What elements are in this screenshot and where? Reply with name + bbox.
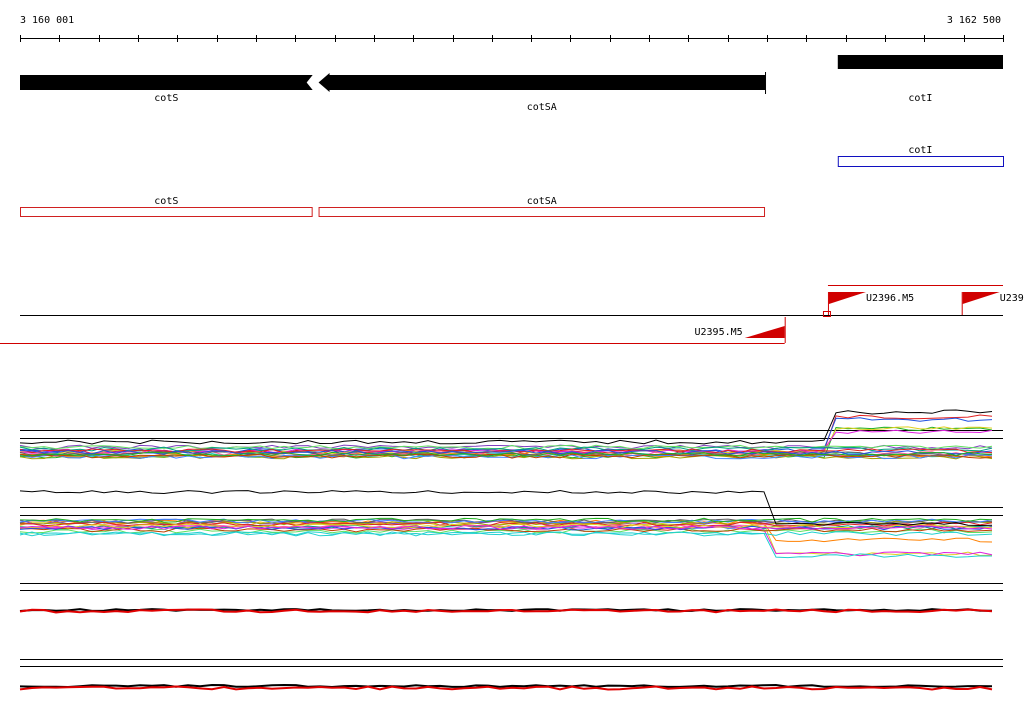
expression-track-4 [19,659,1003,691]
tu-label: U239 [1000,293,1024,304]
genome-browser-view: 3 160 001 3 162 500 cotS cotSA cotI cotI c… [0,15,1024,691]
expression-track-1 [19,409,1003,460]
tu-flag [828,292,866,304]
annotation-label: cotS [154,196,178,207]
profile-line [19,531,993,537]
annotation-box [318,207,766,217]
gene-label: cotS [154,93,178,104]
tu-flag [744,326,785,338]
gene-arrow-cotS [20,75,313,90]
gene-label: cotI [908,93,932,104]
annotation-box [20,207,313,217]
profile-line [19,608,993,614]
gene-label: cotSA [527,102,557,113]
annotation-track-blue: cotI [837,145,1004,167]
expression-track-2 [19,489,1003,559]
annotation-label: cotSA [527,196,557,207]
gene-arrow-cotI [837,55,1003,69]
annotation-label: cotI [908,145,932,156]
ruler-start-label: 3 160 001 [20,15,74,26]
tu-label: U2396.M5 [866,293,914,304]
gene-arrow-cotSA [318,73,766,92]
tu-flag [962,292,1000,304]
annotation-track-red: cotS cotSA [20,196,766,217]
transcription-unit-track: U2396.M5 U239 U2395.M5 [0,285,1024,344]
tu-label: U2395.M5 [695,327,743,338]
expression-track-3 [19,583,1003,614]
gene-track: cotS cotSA cotI [20,55,1003,113]
ruler-end-label: 3 162 500 [947,15,1001,26]
annotation-box [837,156,1004,167]
